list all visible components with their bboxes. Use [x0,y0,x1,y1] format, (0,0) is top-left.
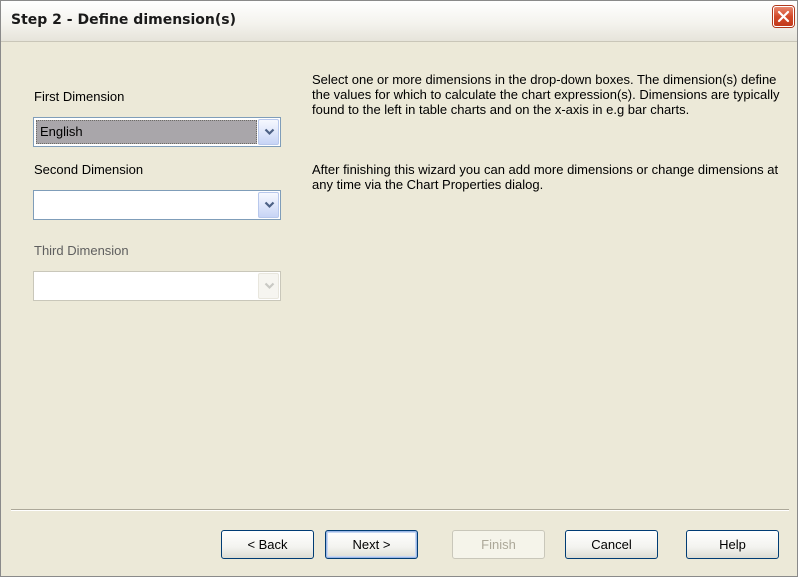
title-bar[interactable]: Step 2 - Define dimension(s) [1,1,797,42]
third-dimension-dropdown [33,271,281,301]
chevron-down-icon [264,201,275,209]
third-dimension-label: Third Dimension [34,243,129,258]
wizard-dialog: Step 2 - Define dimension(s) First Dimen… [0,0,798,577]
second-dimension-label: Second Dimension [34,162,144,177]
chevron-down-icon [264,128,275,136]
second-dimension-value [36,193,257,217]
chevron-down-icon [264,282,275,290]
first-dimension-label: First Dimension [34,89,125,104]
first-dimension-dropdown[interactable]: English [33,117,281,147]
back-button[interactable]: < Back [221,530,314,559]
second-dimension-dropdown[interactable] [33,190,281,220]
finish-button: Finish [452,530,545,559]
next-button[interactable]: Next > [325,530,418,559]
third-dimension-dropdown-button [258,273,279,299]
help-button[interactable]: Help [686,530,779,559]
third-dimension-value [36,274,257,298]
second-dimension-dropdown-button[interactable] [258,192,279,218]
footer-divider [11,509,789,511]
close-button[interactable] [773,6,794,27]
close-icon [777,10,790,23]
description-paragraph-1: Select one or more dimensions in the dro… [312,72,780,117]
first-dimension-value: English [36,120,257,144]
dialog-title: Step 2 - Define dimension(s) [11,12,237,28]
description-paragraph-2: After finishing this wizard you can add … [312,162,779,192]
first-dimension-dropdown-button[interactable] [258,119,279,145]
cancel-button[interactable]: Cancel [565,530,658,559]
